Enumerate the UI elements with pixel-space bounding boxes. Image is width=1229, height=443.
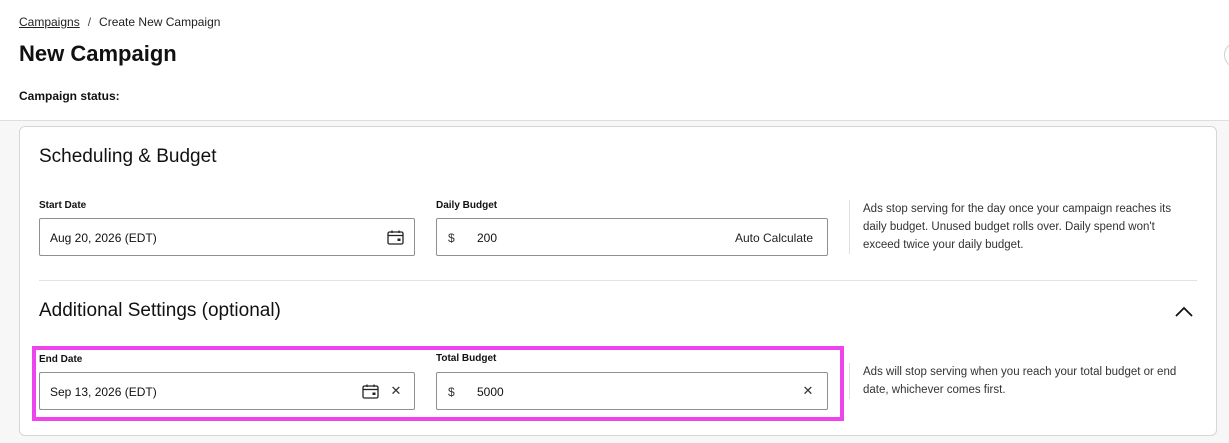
daily-budget-input[interactable]: $ 200 Auto Calculate [436,218,828,256]
close-icon[interactable]: ✕ [389,384,403,398]
start-date-label: Start Date [39,200,87,211]
end-date-input[interactable]: Sep 13, 2026 (EDT) ✕ [39,372,415,410]
section-divider [39,280,1197,281]
total-budget-help-text: Ads will stop serving when you reach you… [849,363,1189,399]
end-date-value: Sep 13, 2026 (EDT) [50,385,157,399]
header-action-button[interactable] [1224,42,1229,68]
currency-symbol: $ [448,385,455,399]
total-budget-input[interactable]: $ 5000 ✕ [436,372,828,410]
calendar-icon[interactable] [362,384,379,399]
daily-budget-help-text: Ads stop serving for the day once your c… [849,200,1189,254]
total-budget-value: 5000 [477,385,504,399]
auto-calculate-button[interactable]: Auto Calculate [735,231,813,245]
daily-budget-label: Daily Budget [436,200,498,211]
total-budget-label: Total Budget [436,353,497,364]
additional-settings-title: Additional Settings (optional) [39,300,281,321]
end-date-label: End Date [39,354,83,365]
page-header: Campaigns / Create New Campaign New Campai… [0,0,1229,121]
daily-budget-value: 200 [477,231,498,245]
campaign-settings-card: Scheduling & Budget Start Date Aug 20, 2… [19,126,1217,436]
breadcrumb-campaigns-link[interactable]: Campaigns [19,15,80,29]
start-date-value: Aug 20, 2026 (EDT) [50,231,157,245]
calendar-icon[interactable] [387,230,404,245]
breadcrumb-separator: / [87,15,92,29]
campaign-status-label: Campaign status: [19,89,120,103]
chevron-up-icon[interactable] [1173,304,1195,320]
breadcrumb-current: Create New Campaign [99,15,221,29]
breadcrumb: Campaigns / Create New Campaign [19,15,220,29]
close-icon[interactable]: ✕ [801,384,815,398]
scheduling-budget-title: Scheduling & Budget [39,146,217,167]
start-date-input[interactable]: Aug 20, 2026 (EDT) [39,218,415,256]
currency-symbol: $ [448,231,455,245]
page-title: New Campaign [19,41,177,66]
